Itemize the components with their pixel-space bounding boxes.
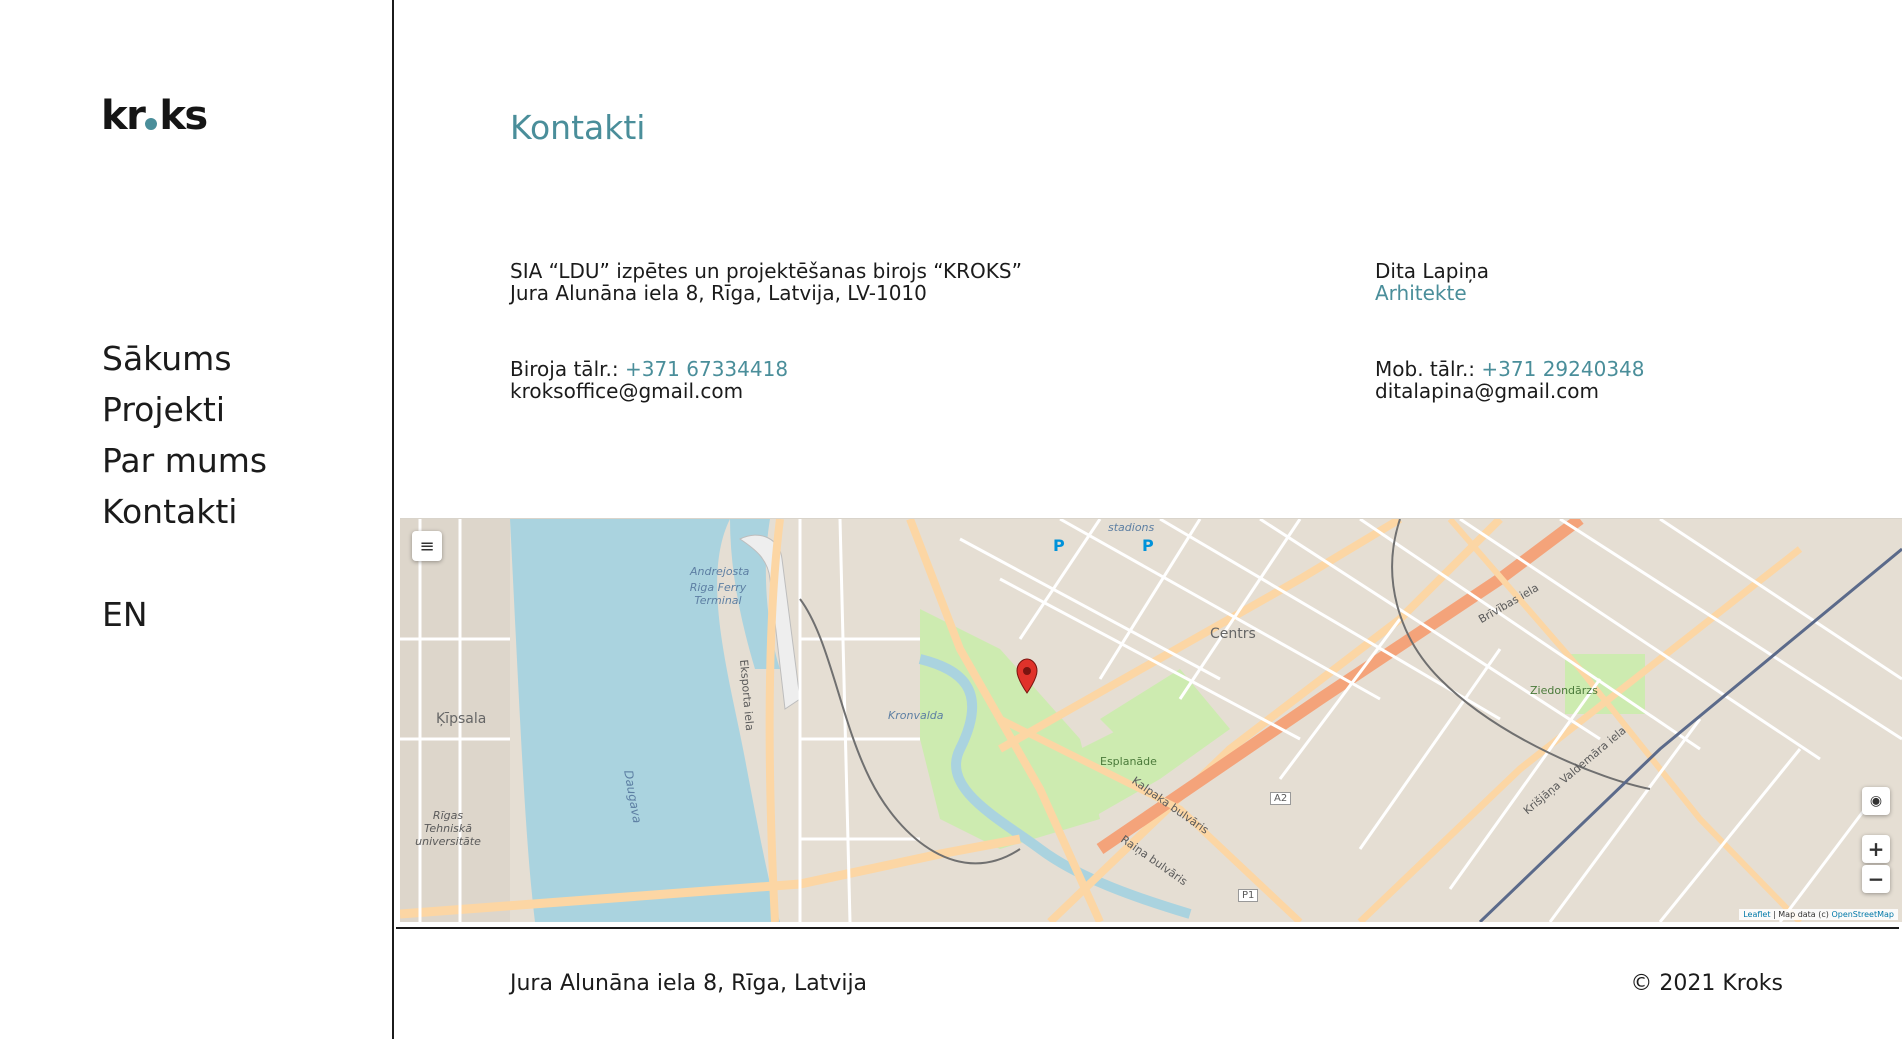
map-label-kronvalda: Kronvalda	[888, 709, 944, 722]
person-name: Dita Lapiņa	[1375, 259, 1489, 283]
footer-address: Jura Alunāna iela 8, Rīga, Latvija	[510, 971, 868, 996]
map-label-esplanade: Esplanāde	[1100, 755, 1157, 768]
person-phone-link[interactable]: +371 29240348	[1481, 357, 1644, 381]
nav-item-projekti[interactable]: Projekti	[102, 384, 267, 435]
menu-icon: ≡	[419, 535, 435, 557]
nav-item-sakums[interactable]: Sākums	[102, 333, 267, 384]
map-label-kipsala: Ķīpsala	[436, 711, 487, 727]
map-label-rtu: Rīgas Tehniskā universitāte	[415, 809, 481, 848]
map-label-andrejosta: Andrejosta	[690, 565, 750, 578]
map-label-a2: A2	[1270, 792, 1292, 805]
map-attribution: Leaflet | Map data (c) OpenStreetMap	[1739, 909, 1898, 920]
leaflet-link[interactable]: Leaflet	[1743, 910, 1770, 919]
office-phone-label: Biroja tālr.:	[510, 357, 625, 381]
person-email[interactable]: ditalapina@gmail.com	[1375, 380, 1645, 402]
language-switch[interactable]: EN	[102, 595, 148, 634]
office-phone-link[interactable]: +371 67334418	[625, 357, 788, 381]
footer-copyright: © 2021 Kroks	[1630, 971, 1783, 996]
company-name: SIA “LDU” izpētes un projektēšanas biroj…	[510, 259, 1022, 283]
office-email[interactable]: kroksoffice@gmail.com	[510, 380, 788, 402]
person-contacts: Mob. tālr.: +371 29240348 ditalapina@gma…	[1375, 358, 1645, 402]
svg-text:P: P	[1142, 536, 1154, 555]
office-address: Jura Alunāna iela 8, Rīga, Latvija, LV-1…	[510, 281, 927, 305]
office-phone-row: Biroja tālr.: +371 67334418	[510, 358, 788, 380]
logo-dot-icon	[145, 118, 158, 130]
office-info: SIA “LDU” izpētes un projektēšanas biroj…	[510, 260, 1022, 304]
map-label-ferry-terminal: Riga Ferry Terminal	[689, 581, 747, 607]
location-map[interactable]: PP Centrs Ķīpsala Daugava Riga Ferry Ter…	[400, 518, 1902, 922]
map-label-p1: P1	[1238, 889, 1259, 902]
footer-divider	[396, 927, 1899, 929]
person-role: Arhitekte	[1375, 281, 1467, 305]
person-info: Dita Lapiņa Arhitekte	[1375, 260, 1489, 304]
kroks-logo[interactable]: kr ks	[101, 93, 208, 139]
map-locate-button[interactable]: ◉	[1862, 787, 1890, 815]
map-zoom-in-button[interactable]: +	[1862, 835, 1890, 863]
nav-item-par-mums[interactable]: Par mums	[102, 435, 267, 486]
osm-link[interactable]: OpenStreetMap	[1831, 910, 1894, 919]
person-phone-label: Mob. tālr.:	[1375, 357, 1482, 381]
page-title: Kontakti	[510, 108, 646, 147]
office-contacts: Biroja tālr.: +371 67334418 kroksoffice@…	[510, 358, 788, 402]
main-nav: Sākums Projekti Par mums Kontakti	[102, 333, 267, 537]
locate-icon: ◉	[1869, 793, 1883, 809]
attribution-text: | Map data (c)	[1770, 910, 1832, 919]
logo-text-right: ks	[159, 93, 208, 139]
map-label-ziedondarzs: Ziedondārzs	[1530, 684, 1598, 697]
map-label-stadions: stadions	[1108, 521, 1155, 534]
logo-text-left: kr	[101, 93, 146, 139]
sidebar: kr ks Sākums Projekti Par mums Kontakti E…	[0, 0, 394, 1039]
person-phone-row: Mob. tālr.: +371 29240348	[1375, 358, 1645, 380]
map-menu-button[interactable]: ≡	[412, 531, 442, 561]
svg-text:P: P	[1053, 536, 1065, 555]
map-zoom-out-button[interactable]: −	[1862, 865, 1890, 893]
nav-item-kontakti[interactable]: Kontakti	[102, 486, 267, 537]
map-label-centrs: Centrs	[1210, 626, 1256, 642]
